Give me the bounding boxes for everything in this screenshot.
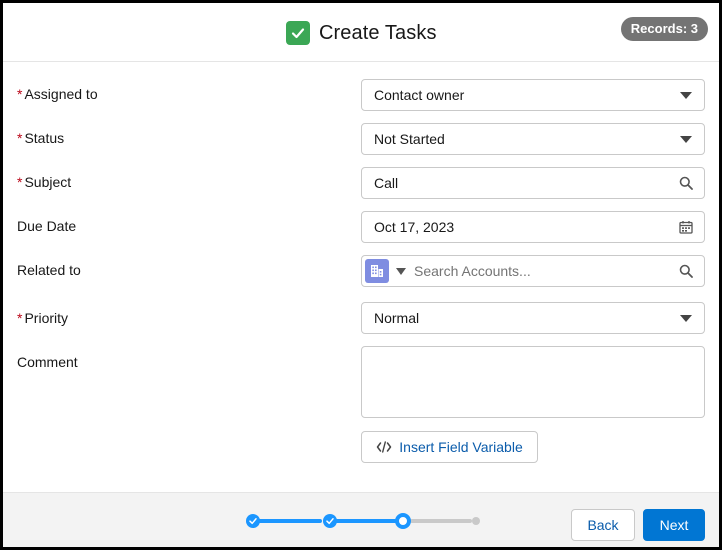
back-button[interactable]: Back: [571, 509, 635, 541]
caret-down-icon[interactable]: [396, 268, 406, 275]
dialog-header: Create Tasks Records: 3: [3, 3, 719, 62]
assigned-to-label-text: Assigned to: [24, 86, 98, 102]
next-button[interactable]: Next: [643, 509, 705, 541]
related-to-search-input[interactable]: Search Accounts...: [414, 256, 531, 286]
progress-step-complete[interactable]: [246, 514, 260, 528]
progress-step-pending[interactable]: [472, 517, 480, 525]
progress-step-complete[interactable]: [323, 514, 337, 528]
subject-label: * Subject: [17, 172, 71, 192]
priority-value: Normal: [374, 310, 420, 326]
due-date-input[interactable]: Oct 17, 2023: [361, 211, 705, 243]
check-icon: [286, 21, 310, 45]
required-marker: *: [17, 86, 23, 102]
progress-indicator: [244, 493, 484, 548]
status-select[interactable]: Not Started: [361, 123, 705, 155]
related-to-lookup[interactable]: Search Accounts...: [361, 255, 705, 287]
code-icon: [377, 441, 392, 453]
status-label-text: Status: [24, 130, 65, 146]
caret-down-icon: [680, 136, 692, 143]
caret-down-icon: [680, 315, 692, 322]
dialog-footer: Back Next: [3, 492, 719, 547]
status-value: Not Started: [374, 131, 445, 147]
assigned-to-select[interactable]: Contact owner: [361, 79, 705, 111]
records-badge: Records: 3: [620, 17, 708, 41]
priority-label: * Priority: [17, 308, 68, 328]
priority-label-text: Priority: [24, 310, 69, 326]
comment-textarea[interactable]: [361, 346, 705, 418]
required-marker: *: [17, 130, 23, 146]
insert-field-variable-button[interactable]: Insert Field Variable: [361, 431, 538, 463]
caret-down-icon: [680, 92, 692, 99]
priority-select[interactable]: Normal: [361, 302, 705, 334]
progress-segment-pending: [410, 519, 472, 523]
search-icon: [679, 264, 693, 278]
subject-combobox[interactable]: Call: [361, 167, 705, 199]
check-icon: [326, 518, 334, 525]
required-marker: *: [17, 174, 23, 190]
page-title: Create Tasks: [319, 21, 437, 44]
create-tasks-dialog: Create Tasks Records: 3 * Assigned to Con…: [0, 0, 722, 550]
subject-label-text: Subject: [24, 174, 72, 190]
account-building-icon[interactable]: [365, 259, 389, 283]
comment-label: Comment: [17, 354, 78, 370]
progress-segment-complete: [333, 519, 397, 523]
insert-field-variable-label: Insert Field Variable: [399, 439, 523, 455]
subject-value: Call: [374, 175, 399, 191]
assigned-to-label: * Assigned to: [17, 84, 98, 104]
assigned-to-value: Contact owner: [374, 87, 465, 103]
progress-step-active[interactable]: [395, 513, 411, 529]
search-icon: [679, 176, 693, 190]
required-marker: *: [17, 310, 23, 326]
due-date-value: Oct 17, 2023: [374, 219, 455, 235]
status-label: * Status: [17, 128, 64, 148]
check-icon: [249, 518, 257, 525]
progress-segment-complete: [256, 519, 322, 523]
calendar-icon[interactable]: [679, 220, 693, 234]
related-to-label: Related to: [17, 262, 81, 278]
due-date-label: Due Date: [17, 218, 77, 234]
title-group: Create Tasks: [286, 19, 437, 47]
